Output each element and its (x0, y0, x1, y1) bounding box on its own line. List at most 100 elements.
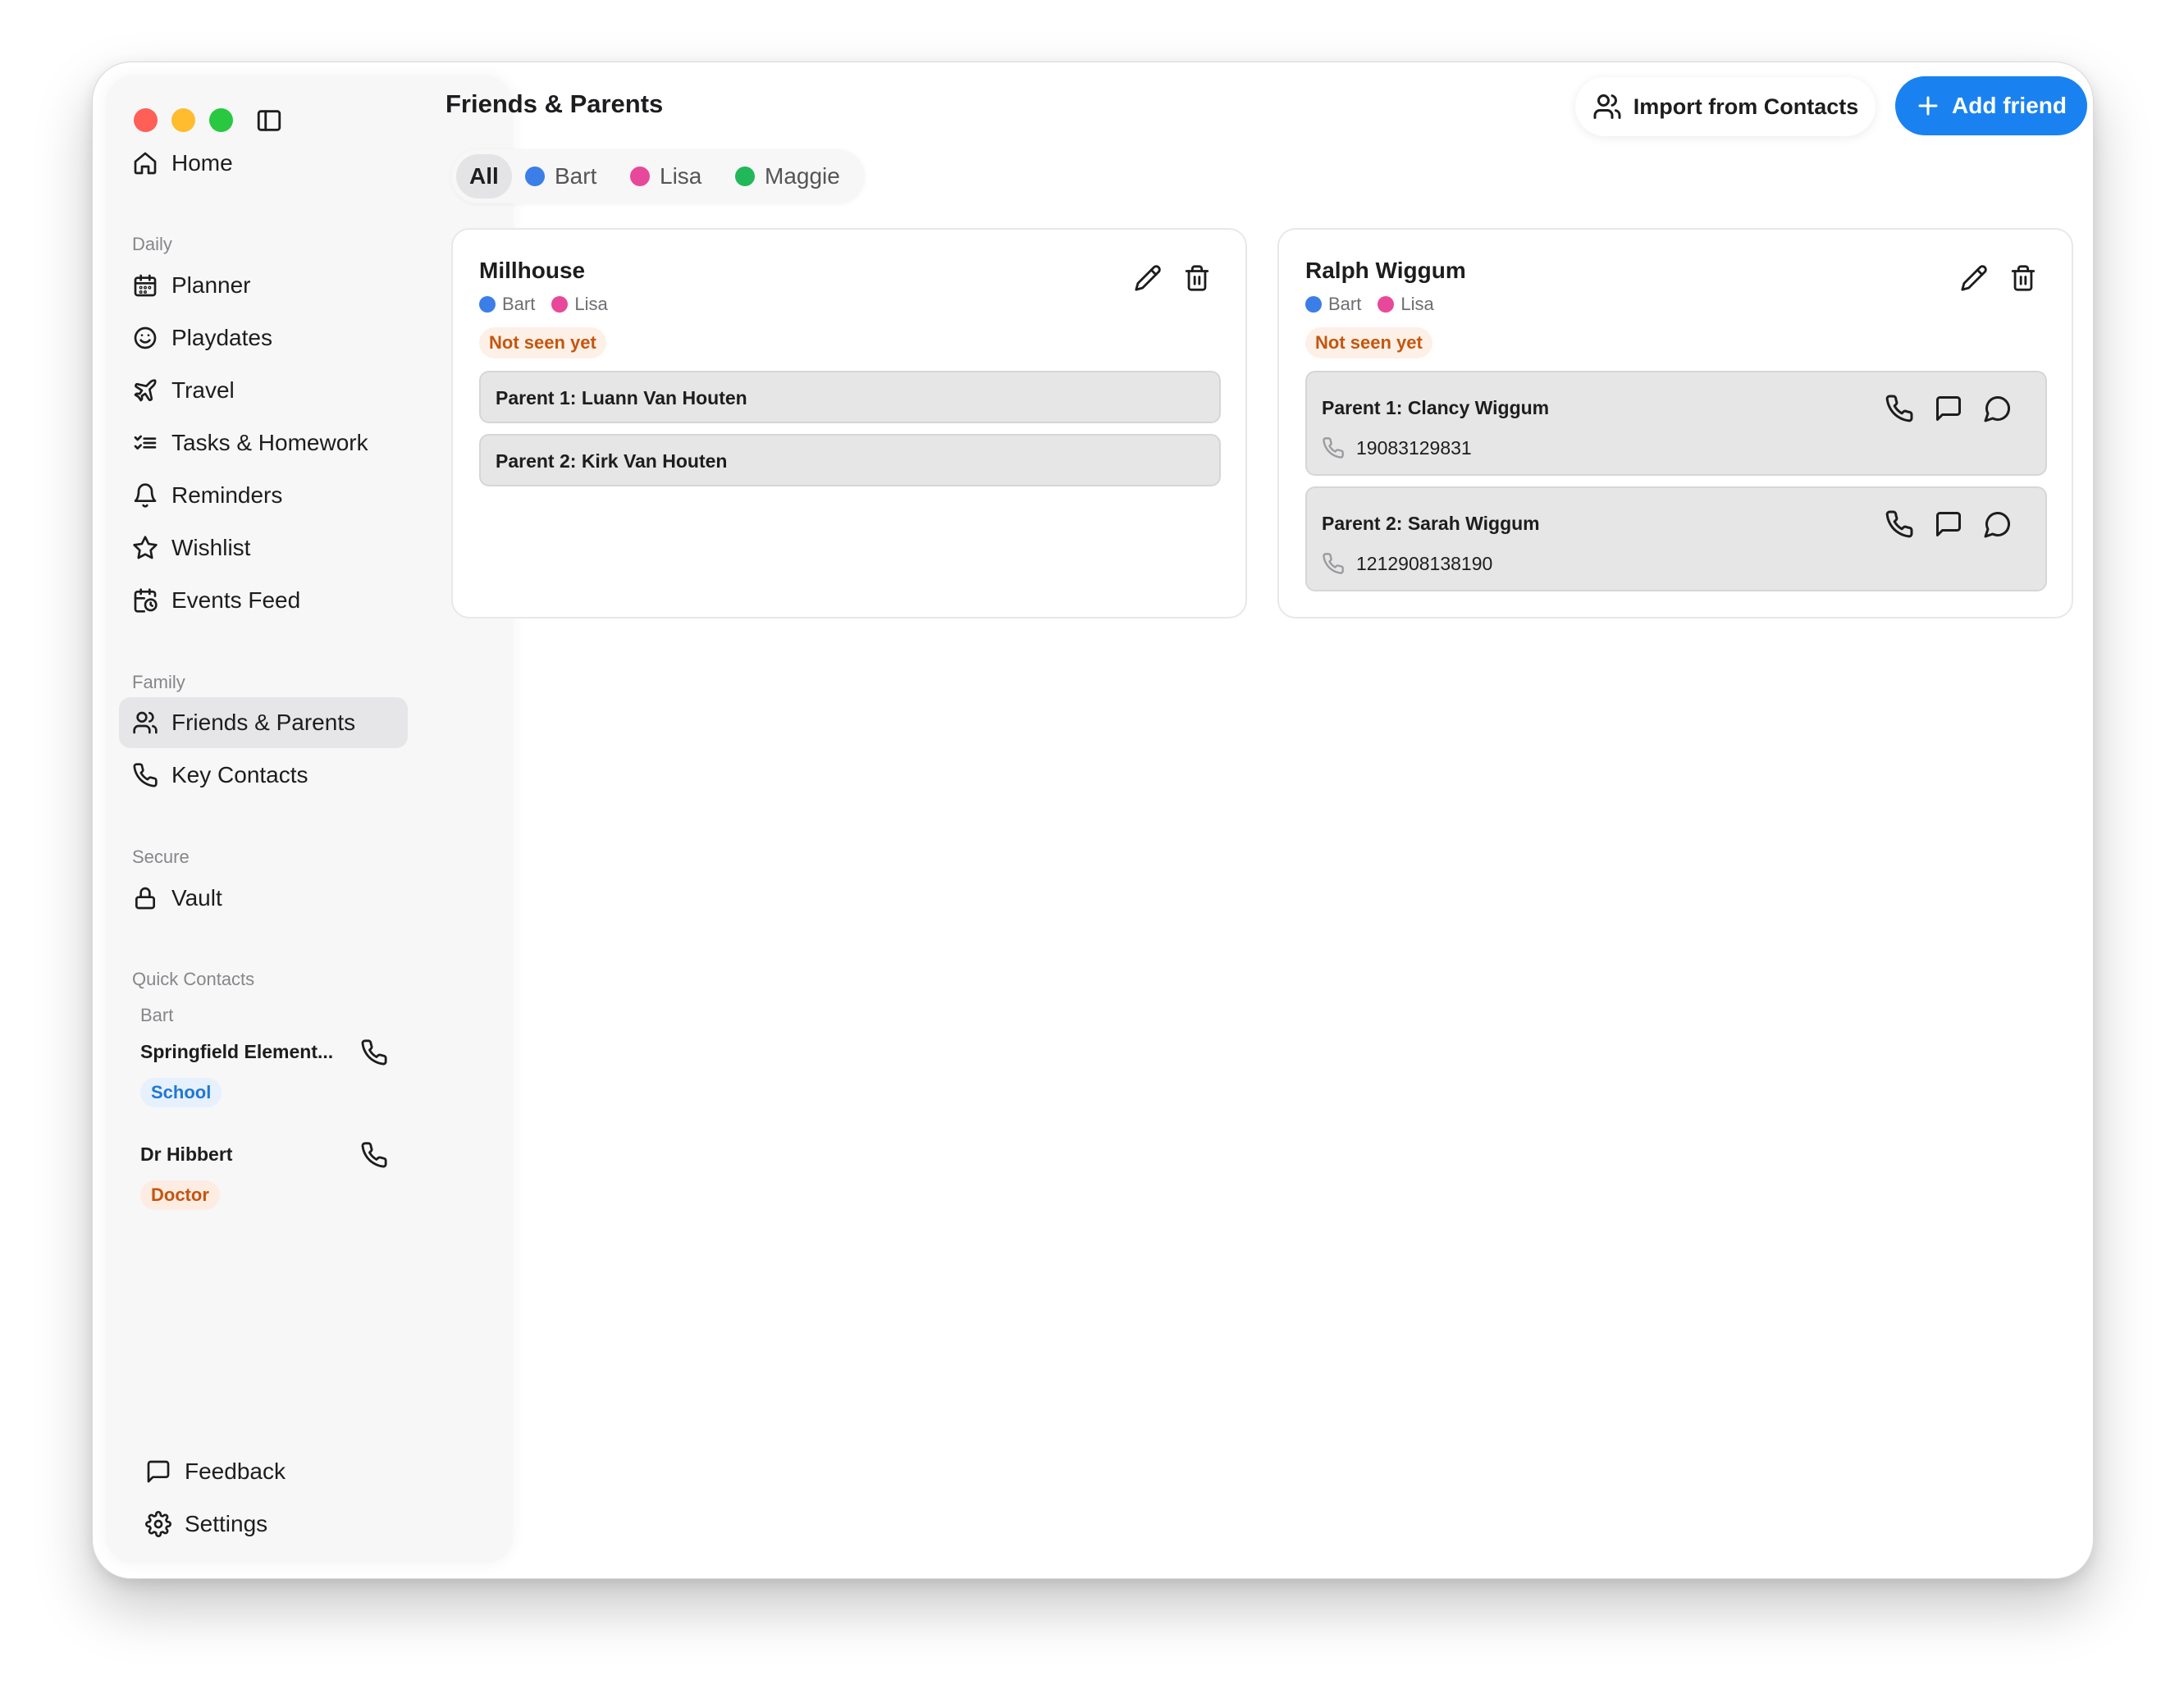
color-dot (1305, 296, 1322, 313)
parent-row[interactable]: Parent 1: Clancy Wiggum 19083129831 (1305, 371, 2047, 476)
home-icon (134, 152, 157, 175)
users-icon (1593, 94, 1621, 119)
pencil-icon[interactable] (1134, 264, 1162, 292)
phone-number: 19083129831 (1356, 436, 1472, 459)
color-dot (1378, 296, 1395, 313)
plus-icon (1918, 96, 1938, 116)
filter-chip-maggie[interactable]: Maggie (735, 154, 840, 199)
phone-call-icon[interactable] (1885, 509, 1914, 539)
import-contacts-label: Import from Contacts (1633, 94, 1859, 119)
friend-name: Ralph Wiggum (1305, 258, 1466, 283)
parent-name: Parent 2: Kirk Van Houten (496, 450, 728, 472)
phone-icon (1323, 553, 1344, 574)
color-dot (551, 296, 569, 313)
sidebar-item-label: Events Feed (171, 587, 301, 613)
section-label-quick-contacts: Quick Contacts (132, 969, 255, 989)
add-friend-label: Add friend (1952, 93, 2067, 118)
sidebar-item-key-contacts[interactable]: Key Contacts (119, 750, 408, 801)
gear-icon (145, 1511, 171, 1537)
sidebar-item-label: Wishlist (171, 535, 251, 560)
parent-name: Parent 1: Clancy Wiggum (1322, 397, 1550, 418)
parent-name: Parent 2: Sarah Wiggum (1322, 513, 1540, 534)
sidebar-item-travel[interactable]: Travel (119, 365, 408, 416)
child-name: Bart (1328, 294, 1362, 314)
message-circle-icon[interactable] (1983, 509, 2013, 539)
sidebar-item-label: Settings (185, 1511, 268, 1536)
sidebar-item-wishlist[interactable]: Wishlist (119, 523, 408, 573)
sidebar-item-planner[interactable]: Planner (119, 260, 408, 311)
sidebar-item-events-feed[interactable]: Events Feed (119, 575, 408, 626)
quick-contacts-child: Bart (140, 1005, 174, 1025)
filter-chip-all[interactable]: All (456, 154, 512, 199)
sidebar-item-label: Key Contacts (171, 762, 308, 787)
filter-chip-lisa[interactable]: Lisa (630, 154, 701, 199)
page-title: Friends & Parents (445, 89, 664, 118)
phone-icon (133, 763, 158, 787)
filter-chip-label: Maggie (765, 163, 840, 189)
message-square-icon[interactable] (1934, 509, 1963, 539)
sidebar-item-label: Travel (171, 377, 235, 403)
parent-name: Parent 1: Luann Van Houten (496, 387, 747, 409)
child-filter-bar: All Bart Lisa Maggie (451, 149, 865, 203)
sidebar-item-label: Planner (171, 272, 251, 298)
phone-call-icon[interactable] (1885, 394, 1914, 423)
sidebar-item-label: Feedback (185, 1458, 286, 1484)
pencil-icon[interactable] (1960, 264, 1988, 292)
sidebar-item-settings[interactable]: Settings (132, 1499, 421, 1550)
message-square-icon (147, 1460, 170, 1483)
quick-contact-name[interactable]: Springfield Element... (140, 1041, 333, 1063)
sidebar-item-friends-parents[interactable]: Friends & Parents (119, 697, 408, 748)
child-tag: Lisa (551, 294, 608, 315)
parent-phone: 19083129831 (1322, 436, 1472, 459)
sidebar-item-vault[interactable]: Vault (119, 873, 408, 924)
parent-row[interactable]: Parent 2: Sarah Wiggum 1212908138190 (1305, 486, 2047, 591)
sidebar-item-label: Vault (171, 885, 222, 911)
message-circle-icon[interactable] (1983, 394, 2013, 423)
child-tag: Lisa (1378, 294, 1434, 315)
sidebar-item-feedback[interactable]: Feedback (132, 1446, 421, 1497)
contact-tag-doctor: Doctor (140, 1180, 220, 1210)
parent-row[interactable]: Parent 1: Luann Van Houten (479, 371, 1221, 423)
message-square-icon[interactable] (1934, 394, 1963, 423)
calendar-icon (134, 274, 157, 297)
child-tag: Bart (1305, 294, 1361, 315)
sidebar-item-label: Reminders (171, 482, 283, 508)
friend-card: Ralph Wiggum Bart Lisa Not seen yet Pare… (1277, 228, 2073, 618)
import-contacts-button[interactable]: Import from Contacts (1575, 77, 1876, 136)
section-label-family: Family (132, 672, 185, 692)
add-friend-button[interactable]: Add friend (1895, 76, 2087, 135)
filter-chip-bart[interactable]: Bart (525, 154, 596, 199)
phone-icon[interactable] (360, 1141, 388, 1169)
friend-name: Millhouse (479, 258, 586, 283)
sidebar-toggle-icon[interactable] (255, 107, 283, 135)
sidebar-item-label: Playdates (171, 325, 272, 350)
filter-chip-label: Bart (555, 163, 597, 189)
friend-children: Bart Lisa (1305, 294, 1451, 315)
parent-row[interactable]: Parent 2: Kirk Van Houten (479, 434, 1221, 486)
checklist-icon (134, 435, 157, 450)
trash-icon[interactable] (2009, 264, 2037, 292)
child-name: Lisa (574, 294, 608, 314)
section-label-daily: Daily (132, 234, 172, 254)
window-maximize-button[interactable] (209, 108, 233, 132)
friend-card: Millhouse Bart Lisa Not seen yet Parent … (451, 228, 1247, 618)
friend-children: Bart Lisa (479, 294, 624, 315)
sidebar-item-home[interactable]: Home (119, 138, 408, 189)
star-icon (133, 536, 158, 559)
bell-icon (134, 483, 157, 508)
sidebar-item-playdates[interactable]: Playdates (119, 313, 408, 363)
quick-contact-name[interactable]: Dr Hibbert (140, 1143, 232, 1166)
phone-icon[interactable] (360, 1038, 388, 1066)
sidebar-item-reminders[interactable]: Reminders (119, 470, 408, 521)
plane-icon (134, 379, 157, 402)
phone-icon (1323, 437, 1344, 459)
trash-icon[interactable] (1183, 264, 1211, 292)
window-minimize-button[interactable] (171, 108, 195, 132)
calendar-clock-icon (134, 588, 158, 613)
sidebar-item-tasks-homework[interactable]: Tasks & Homework (119, 418, 408, 468)
smile-icon (134, 326, 157, 349)
filter-chip-label: All (469, 163, 499, 189)
app-window: Home Daily Planner Playdates Travel Task… (92, 62, 2094, 1579)
color-dot (479, 296, 496, 313)
window-close-button[interactable] (134, 108, 158, 132)
